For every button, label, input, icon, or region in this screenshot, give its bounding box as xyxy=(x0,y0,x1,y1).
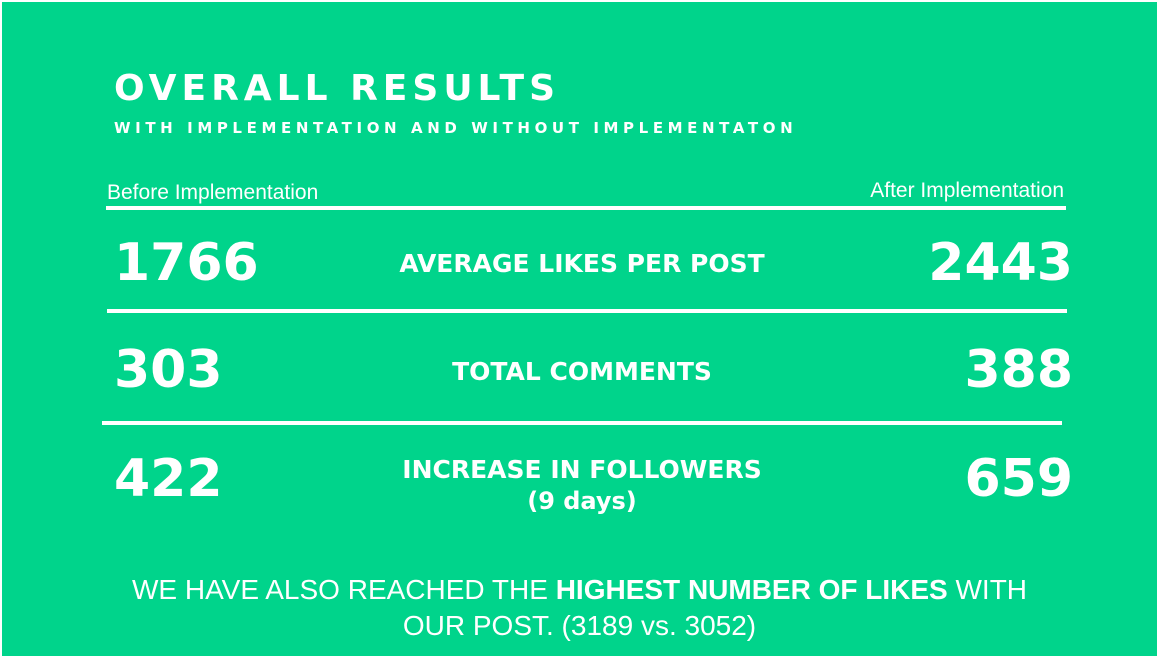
results-slide: OVERALL RESULTS WITH IMPLEMENTATION AND … xyxy=(2,2,1157,656)
metric-label: TOTAL COMMENTS xyxy=(452,357,712,386)
before-value: 422 xyxy=(114,449,223,509)
after-value: 388 xyxy=(964,340,1073,400)
footer-highlight: HIGHEST NUMBER OF LIKES xyxy=(555,574,948,605)
metric-label: INCREASE IN FOLLOWERS xyxy=(402,455,762,484)
footer-line-2: OUR POST. (3189 vs. 3052) xyxy=(402,610,757,641)
after-value: 2443 xyxy=(928,233,1073,293)
after-column-header: After Implementation xyxy=(870,179,1064,202)
row-divider xyxy=(102,421,1062,425)
footer-line-1: WE HAVE ALSO REACHED THE HIGHEST NUMBER … xyxy=(2,572,1157,608)
before-value: 303 xyxy=(114,340,223,400)
footer-text: WE HAVE ALSO REACHED THE xyxy=(131,574,556,605)
metric-label-group: INCREASE IN FOLLOWERS (9 days) xyxy=(332,455,832,517)
header-divider xyxy=(106,206,1066,210)
footer-note: WE HAVE ALSO REACHED THE HIGHEST NUMBER … xyxy=(2,572,1157,644)
metric-label: AVERAGE LIKES PER POST xyxy=(399,249,765,278)
before-value: 1766 xyxy=(114,233,259,293)
slide-title: OVERALL RESULTS xyxy=(114,68,561,109)
row-divider xyxy=(107,309,1067,313)
footer-text: WITH xyxy=(947,574,1028,605)
before-column-header: Before Implementation xyxy=(107,181,319,204)
after-value: 659 xyxy=(964,449,1073,509)
slide-subtitle: WITH IMPLEMENTATION AND WITHOUT IMPLEMEN… xyxy=(114,119,798,137)
metric-note: (9 days) xyxy=(527,487,637,515)
